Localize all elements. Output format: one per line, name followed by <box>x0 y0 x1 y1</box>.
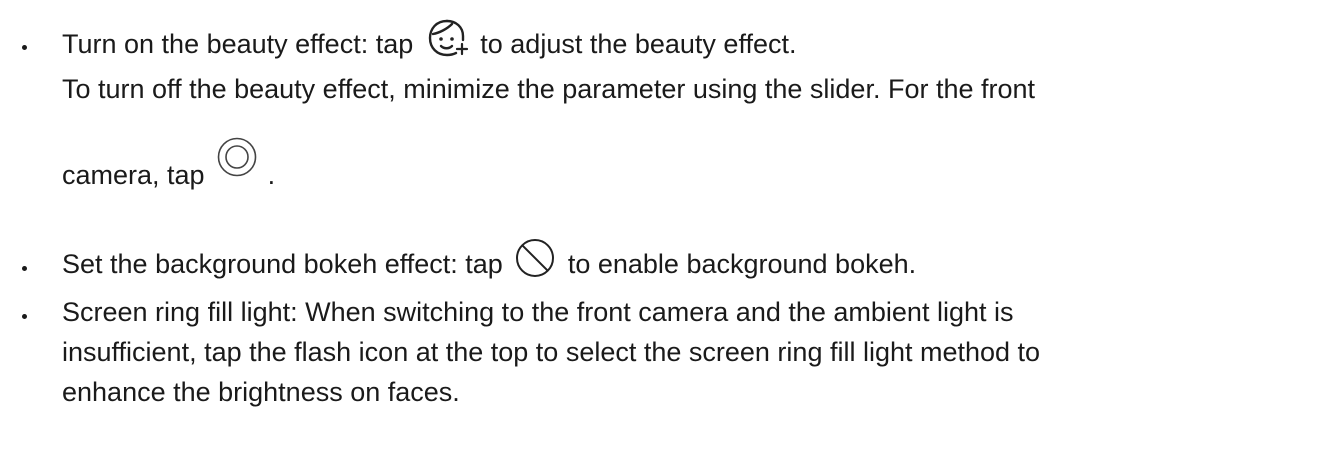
item-3-line-2: insufficient, tap the flash icon at the … <box>62 332 1040 372</box>
help-document: Turn on the beauty effect: tap to adjust… <box>0 0 1328 450</box>
item-2-line-1: Set the background bokeh effect: tap to … <box>62 238 917 287</box>
item-3-line-2-text: insufficient, tap the flash icon at the … <box>62 337 1041 367</box>
item-2-text-before: Set the background bokeh effect: tap <box>62 249 511 279</box>
item-3-line-3-text: enhance the brightness on faces. <box>62 377 460 407</box>
bokeh-off-icon <box>514 237 556 279</box>
bullet-2 <box>22 266 27 271</box>
item-1-line-2-text: To turn off the beauty effect, minimize … <box>62 74 1036 104</box>
item-3-line-1-text: Screen ring fill light: When switching t… <box>62 297 1014 327</box>
bullet-3 <box>22 314 27 319</box>
item-2-text-after: to enable background bokeh. <box>567 249 917 279</box>
item-1-line-3-before: camera, tap <box>62 160 213 190</box>
item-1-line-2: To turn off the beauty effect, minimize … <box>62 69 1035 109</box>
item-3-line-3: enhance the brightness on faces. <box>62 372 460 412</box>
item-1-text-before: Turn on the beauty effect: tap <box>62 29 421 60</box>
item-1-text-after: to adjust the beauty effect. <box>480 29 797 60</box>
beauty-face-icon <box>425 16 469 60</box>
bullet-1 <box>22 45 27 50</box>
circle-shutter-icon <box>216 136 258 178</box>
item-1-line-3-after: . <box>267 160 276 190</box>
item-3-line-1: Screen ring fill light: When switching t… <box>62 292 1013 332</box>
item-1-line-3: camera, tap . <box>62 137 276 198</box>
item-1-line-1: Turn on the beauty effect: tap to adjust… <box>62 19 797 68</box>
